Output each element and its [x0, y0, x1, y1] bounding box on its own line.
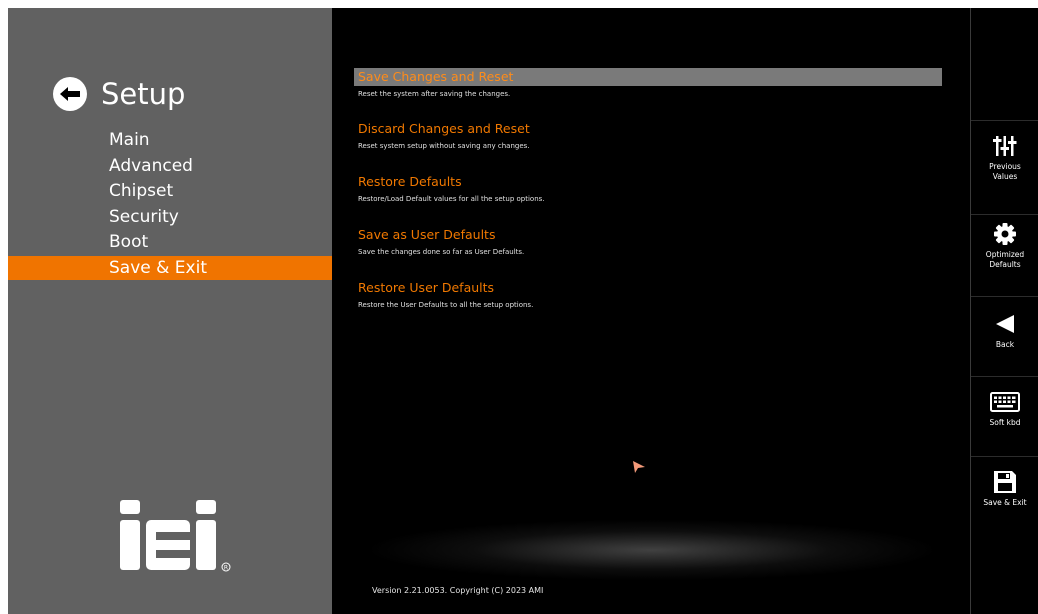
previous-values-label-line2: Values: [992, 172, 1018, 181]
sidebar: Setup Main Advanced Chipset Security Boo…: [8, 8, 332, 614]
back-label: Back: [995, 340, 1015, 349]
option-restore-user-defaults[interactable]: Restore User Defaults Restore the User D…: [354, 279, 942, 309]
menu-item-chipset[interactable]: Chipset: [8, 179, 332, 203]
sliders-icon: [993, 132, 1017, 160]
svg-text:R: R: [224, 565, 228, 572]
toolbar-divider: [971, 456, 1038, 457]
option-discard-changes-reset[interactable]: Discard Changes and Reset Reset system s…: [354, 120, 942, 150]
toolbar-divider: [971, 376, 1038, 377]
option-description: Save the changes done so far as User Def…: [358, 248, 525, 256]
option-title: Discard Changes and Reset: [358, 121, 530, 136]
option-title: Restore User Defaults: [358, 280, 495, 295]
option-save-changes-reset[interactable]: Save Changes and Reset Reset the system …: [354, 68, 942, 98]
option-description: Restore/Load Default values for all the …: [358, 195, 545, 203]
option-description: Reset the system after saving the change…: [358, 90, 511, 98]
setup-header: Setup: [53, 72, 185, 116]
previous-values-label: Previous Values: [989, 162, 1021, 182]
menu-item-main[interactable]: Main: [8, 128, 332, 152]
option-title: Save Changes and Reset: [354, 68, 942, 86]
keyboard-icon: [990, 388, 1020, 416]
setup-title: Setup: [101, 77, 186, 111]
option-restore-defaults[interactable]: Restore Defaults Restore/Load Default va…: [354, 173, 942, 203]
mouse-pointer-icon: [633, 461, 645, 473]
optimized-defaults-label-line1: Optimized: [985, 250, 1025, 259]
toolbar-divider: [971, 296, 1038, 297]
save-exit-label: Save & Exit: [983, 498, 1027, 507]
optimized-defaults-label: Optimized Defaults: [986, 250, 1024, 270]
menu-item-advanced[interactable]: Advanced: [8, 154, 332, 178]
soft-kbd-label: Soft kbd: [989, 418, 1021, 427]
floor-glow: [372, 520, 932, 580]
menu-item-save-exit[interactable]: Save & Exit: [8, 255, 332, 280]
floppy-disk-icon: [993, 468, 1017, 496]
optimized-defaults-button[interactable]: Optimized Defaults: [971, 220, 1038, 290]
gear-icon: [993, 220, 1017, 248]
save-exit-button[interactable]: Save & Exit: [971, 468, 1038, 538]
toolbar-divider: [971, 120, 1038, 121]
option-save-user-defaults[interactable]: Save as User Defaults Save the changes d…: [354, 226, 942, 256]
optimized-defaults-label-line2: Defaults: [989, 260, 1021, 269]
toolbar-divider: [971, 214, 1038, 215]
option-title: Save as User Defaults: [358, 227, 496, 242]
setup-menu: Main Advanced Chipset Security Boot Save…: [8, 128, 332, 282]
main-panel: Save Changes and Reset Reset the system …: [332, 8, 970, 614]
back-button[interactable]: Back: [971, 310, 1038, 380]
back-arrow-icon[interactable]: [53, 77, 87, 111]
version-text: Version 2.21.0053. Copyright (C) 2023 AM…: [372, 586, 544, 595]
previous-values-button[interactable]: Previous Values: [971, 132, 1038, 202]
option-title: Restore Defaults: [358, 174, 462, 189]
menu-item-security[interactable]: Security: [8, 205, 332, 229]
option-description: Restore the User Defaults to all the set…: [358, 301, 534, 309]
right-toolbar: Previous Values Optimized Defaults Back …: [970, 8, 1038, 614]
option-description: Reset system setup without saving any ch…: [358, 142, 530, 150]
menu-item-boot[interactable]: Boot: [8, 230, 332, 254]
triangle-left-icon: [994, 310, 1016, 338]
previous-values-label-line1: Previous: [989, 162, 1021, 171]
iei-logo: R: [120, 500, 231, 572]
soft-kbd-button[interactable]: Soft kbd: [971, 388, 1038, 458]
